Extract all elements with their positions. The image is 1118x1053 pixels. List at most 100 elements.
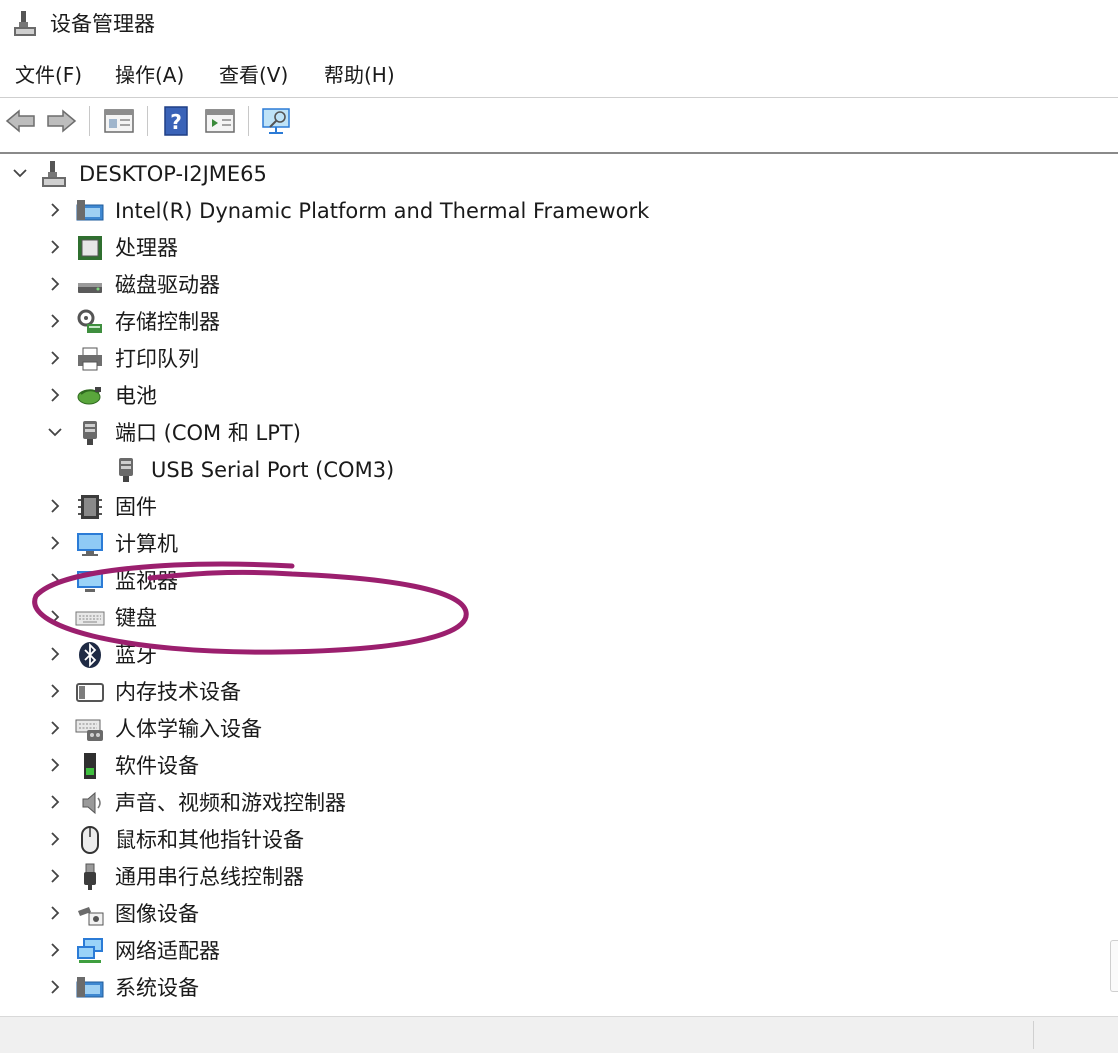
tree-item-label: 通用串行总线控制器 <box>115 865 304 889</box>
back-arrow-icon[interactable] <box>4 104 38 138</box>
chevron-right-icon[interactable] <box>42 789 68 815</box>
thermal-framework-icon <box>76 200 104 221</box>
tree-item-label: 软件设备 <box>115 754 199 778</box>
chevron-right-icon[interactable] <box>42 863 68 889</box>
device-manager-icon <box>14 11 36 36</box>
chevron-right-icon[interactable] <box>42 345 68 371</box>
tree-item-batteries[interactable]: 电池 <box>0 378 1100 415</box>
toolbar-divider <box>0 152 1118 154</box>
tree-item-label: 人体学输入设备 <box>115 717 262 741</box>
chevron-right-icon[interactable] <box>42 493 68 519</box>
properties-icon[interactable] <box>102 104 136 138</box>
tree-item-hid[interactable]: 人体学输入设备 <box>0 711 1100 748</box>
computer-tower-icon <box>42 161 66 187</box>
memory-tech-icon <box>76 683 104 702</box>
chevron-right-icon[interactable] <box>42 308 68 334</box>
tree-item-intel-dptf[interactable]: Intel(R) Dynamic Platform and Thermal Fr… <box>0 193 1100 230</box>
chevron-right-icon[interactable] <box>42 530 68 556</box>
computer-icon <box>77 533 103 556</box>
tree-item-label: 声音、视频和游戏控制器 <box>115 791 346 815</box>
toolbar: ? <box>0 100 1118 142</box>
tree-item-label: 处理器 <box>115 236 178 260</box>
toolbar-separator <box>248 106 249 136</box>
menu-action[interactable]: 操作(A) <box>113 56 186 94</box>
tree-item-sound-video-game[interactable]: 声音、视频和游戏控制器 <box>0 785 1100 822</box>
chevron-right-icon[interactable] <box>42 604 68 630</box>
tree-item-label: 磁盘驱动器 <box>115 273 220 297</box>
chevron-right-icon[interactable] <box>42 974 68 1000</box>
help-icon[interactable]: ? <box>160 104 194 138</box>
menu-file[interactable]: 文件(F) <box>13 56 84 94</box>
tree-item-storage-controllers[interactable]: 存储控制器 <box>0 304 1100 341</box>
tree-item-monitors[interactable]: 监视器 <box>0 563 1100 600</box>
processor-icon <box>78 236 102 260</box>
tree-item-memory-tech[interactable]: 内存技术设备 <box>0 674 1100 711</box>
network-adapter-icon <box>77 938 103 963</box>
tree-item-system-devices[interactable]: 系统设备 <box>0 970 1100 1007</box>
firmware-icon <box>78 495 102 519</box>
tree-item-print-queues[interactable]: 打印队列 <box>0 341 1100 378</box>
window-title: 设备管理器 <box>50 12 155 36</box>
system-device-icon <box>76 977 104 998</box>
status-bar <box>0 1016 1118 1053</box>
tree-item-label: 计算机 <box>115 532 178 556</box>
storage-controller-icon <box>77 309 102 333</box>
scrollbar-thumb[interactable] <box>1110 940 1118 992</box>
chevron-right-icon[interactable] <box>42 271 68 297</box>
tree-root[interactable]: DESKTOP-I2JME65 <box>0 156 1100 193</box>
monitor-icon <box>77 571 103 592</box>
toolbar-separator <box>147 106 148 136</box>
tree-item-keyboards[interactable]: 键盘 <box>0 600 1100 637</box>
chevron-right-icon[interactable] <box>42 641 68 667</box>
tree-item-processor[interactable]: 处理器 <box>0 230 1100 267</box>
scan-hardware-icon[interactable] <box>260 104 294 138</box>
tree-item-bluetooth[interactable]: 蓝牙 <box>0 637 1100 674</box>
chevron-right-icon[interactable] <box>42 826 68 852</box>
tree-item-imaging-devices[interactable]: 图像设备 <box>0 896 1100 933</box>
mouse-icon <box>81 826 99 854</box>
camera-icon <box>78 907 104 926</box>
tree-item-label: Intel(R) Dynamic Platform and Thermal Fr… <box>115 199 650 223</box>
menu-help[interactable]: 帮助(H) <box>322 56 397 94</box>
tree-item-label: 鼠标和其他指针设备 <box>115 828 304 852</box>
chevron-right-icon[interactable] <box>42 752 68 778</box>
disk-drive-icon <box>78 283 102 293</box>
forward-arrow-icon[interactable] <box>44 104 78 138</box>
chevron-right-icon[interactable] <box>42 715 68 741</box>
tree-item-label: 监视器 <box>115 569 178 593</box>
usb-icon <box>84 863 96 890</box>
chevron-down-icon[interactable] <box>7 160 33 186</box>
svg-text:?: ? <box>170 110 182 134</box>
chevron-right-icon[interactable] <box>42 900 68 926</box>
chevron-down-icon[interactable] <box>42 419 68 445</box>
tree-item-disk-drives[interactable]: 磁盘驱动器 <box>0 267 1100 304</box>
tree-item-firmware[interactable]: 固件 <box>0 489 1100 526</box>
chevron-right-icon[interactable] <box>42 234 68 260</box>
keyboard-icon <box>75 611 105 626</box>
software-device-icon <box>84 753 96 779</box>
chevron-right-icon[interactable] <box>42 937 68 963</box>
port-icon <box>83 421 97 445</box>
tree-item-usb-serial-port[interactable]: USB Serial Port (COM3) <box>0 452 1100 489</box>
menu-bar: 文件(F) 操作(A) 查看(V) 帮助(H) <box>0 56 1118 94</box>
battery-icon <box>77 387 101 405</box>
tree-item-mice[interactable]: 鼠标和其他指针设备 <box>0 822 1100 859</box>
tree-item-network-adapters[interactable]: 网络适配器 <box>0 933 1100 970</box>
device-tree: DESKTOP-I2JME65 Intel(R) Dynamic Platfor… <box>0 156 1112 1014</box>
tree-item-computer[interactable]: 计算机 <box>0 526 1100 563</box>
tree-item-label: 图像设备 <box>115 902 199 926</box>
chevron-right-icon[interactable] <box>42 678 68 704</box>
run-icon[interactable] <box>203 104 237 138</box>
tree-item-usb-controllers[interactable]: 通用串行总线控制器 <box>0 859 1100 896</box>
toolbar-separator <box>89 106 90 136</box>
tree-item-ports[interactable]: 端口 (COM 和 LPT) <box>0 415 1100 452</box>
title-bar: 设备管理器 <box>0 0 1118 50</box>
chevron-right-icon[interactable] <box>42 382 68 408</box>
tree-item-label: 系统设备 <box>115 976 199 1000</box>
tree-item-software-devices[interactable]: 软件设备 <box>0 748 1100 785</box>
menu-view[interactable]: 查看(V) <box>217 56 290 94</box>
chevron-right-icon[interactable] <box>42 197 68 223</box>
status-separator <box>1033 1021 1034 1049</box>
tree-item-label: 固件 <box>115 495 157 519</box>
chevron-right-icon[interactable] <box>42 567 68 593</box>
